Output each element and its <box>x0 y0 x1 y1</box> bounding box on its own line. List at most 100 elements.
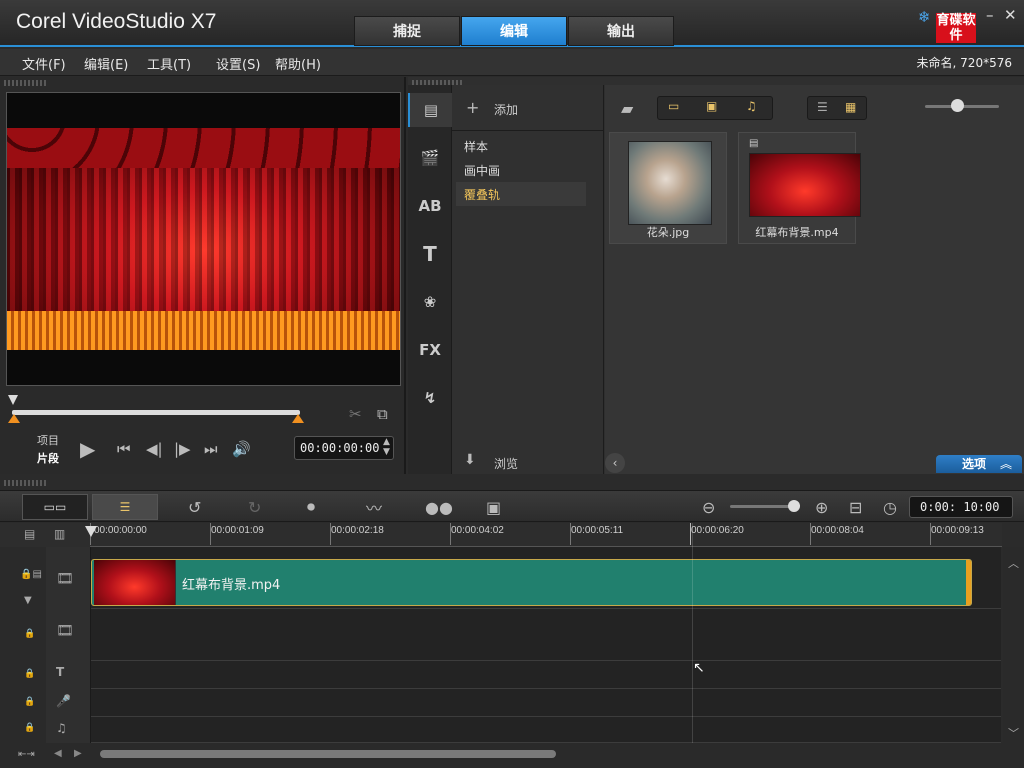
scroll-up-icon[interactable]: ︿ <box>1008 555 1019 571</box>
play-icon[interactable]: ▶ <box>80 437 95 461</box>
fit-project-icon[interactable]: ⊟ <box>849 497 862 517</box>
timeline-toolbar: ▭▭ ☰ ↺ ↻ ⏺ 〰 ●● ▣ ⊖ ⊕ ⊟ ◷ 0:00: 10:00 <box>0 490 1024 522</box>
media-item-curtain[interactable]: ▤ 红幕布背景.mp4 <box>738 132 861 244</box>
scrub-bar[interactable] <box>12 410 300 415</box>
close-icon[interactable]: ✕ <box>1004 6 1017 24</box>
overlay-track-icon[interactable]: 🎞 <box>56 623 74 639</box>
end-icon[interactable]: ⏭ <box>204 440 218 458</box>
add-folder-label[interactable]: 添加 <box>494 101 518 118</box>
timeline-clip[interactable]: 红幕布背景.mp4 <box>91 559 972 606</box>
timeline-grip[interactable] <box>4 480 48 486</box>
media-item-flower[interactable]: 花朵.jpg <box>609 132 727 244</box>
curtain-thumbnail <box>749 153 861 217</box>
thumbnail-view-icon[interactable]: ▦ <box>845 100 856 114</box>
menu-help[interactable]: 帮助(H) <box>275 54 321 73</box>
media-library-icon[interactable]: ▤ <box>408 93 452 127</box>
browse-icon[interactable]: ⬇ <box>464 452 476 468</box>
show-video-icon[interactable]: ▭ <box>668 99 679 113</box>
filter-icon[interactable]: FX <box>408 333 452 367</box>
instant-project-icon[interactable]: 🎬 <box>408 141 452 175</box>
auto-music-icon[interactable]: ●● <box>425 497 453 517</box>
title-track-icon[interactable]: T <box>56 665 64 679</box>
title-track[interactable] <box>91 661 1001 689</box>
home-icon[interactable]: ⏮ <box>117 440 131 458</box>
music-track[interactable] <box>91 717 1001 743</box>
track-manager-icon[interactable]: ▤ <box>24 527 35 541</box>
ripple-edit-icon[interactable]: 🔒▤ <box>20 569 42 580</box>
category-sample[interactable]: 样本 <box>464 138 488 155</box>
chevron-down-icon[interactable]: ▼ <box>24 595 32 606</box>
collapse-left-icon[interactable]: ‹ <box>605 453 625 473</box>
previous-frame-icon[interactable]: ◀| <box>146 440 163 458</box>
player-panel: ✂ ⧉ 项目 片段 ▶ ⏮ ◀| |▶ ⏭ 🔊 00:00:00:00 ▲ ▼ <box>0 77 406 474</box>
lock-icon[interactable]: 🔒 <box>24 697 35 707</box>
folder-icon[interactable]: ▰ <box>621 99 633 118</box>
menu-file[interactable]: 文件(F) <box>22 54 66 73</box>
thumb-size-knob[interactable] <box>951 99 964 112</box>
tab-share[interactable]: 输出 <box>568 16 674 46</box>
path-icon[interactable]: ↯ <box>408 381 452 415</box>
sound-mixer-icon[interactable]: 〰 <box>366 497 382 518</box>
voice-track-icon[interactable]: 🎤 <box>56 694 71 708</box>
timeline-duration[interactable]: 0:00: 10:00 <box>909 496 1013 518</box>
timeline-playhead[interactable] <box>85 526 97 537</box>
voice-track[interactable] <box>91 689 1001 717</box>
list-view-icon[interactable]: ☰ <box>817 100 828 114</box>
show-audio-icon[interactable]: ♫ <box>746 99 757 113</box>
add-icon[interactable]: + <box>466 98 479 117</box>
library-sidebar: ▤ 🎬 AB T ❀ FX ↯ <box>408 85 452 474</box>
mode-clip-label[interactable]: 片段 <box>37 450 59 466</box>
browse-label[interactable]: 浏览 <box>494 455 518 472</box>
redo-icon[interactable]: ↻ <box>248 497 261 517</box>
graphic-icon[interactable]: ❀ <box>408 285 452 319</box>
panel-grip[interactable] <box>4 80 48 86</box>
chapter-point-icon[interactable]: ▥ <box>54 527 65 541</box>
snap-icon[interactable]: ⇤⇥ <box>18 749 35 760</box>
tab-capture[interactable]: 捕捉 <box>354 16 460 46</box>
title-icon[interactable]: T <box>408 237 452 271</box>
snowflake-icon[interactable]: ❄ <box>918 8 931 26</box>
menu-tools[interactable]: 工具(T) <box>147 54 191 73</box>
category-pip[interactable]: 画中画 <box>464 162 500 179</box>
lock-icon[interactable]: 🔒 <box>24 629 35 639</box>
zoom-out-icon[interactable]: ⊖ <box>702 497 715 517</box>
clip-trim-handle[interactable] <box>966 560 971 605</box>
multi-trim-icon[interactable]: ▣ <box>486 497 501 517</box>
zoom-slider-knob[interactable] <box>788 500 800 512</box>
record-capture-icon[interactable]: ⏺ <box>307 497 315 517</box>
timecode-stepper-icon[interactable]: ▲ ▼ <box>383 437 390 457</box>
lock-icon[interactable]: 🔒 <box>24 669 35 679</box>
storyboard-view-icon[interactable]: ▭▭ <box>22 494 88 520</box>
transition-icon[interactable]: AB <box>408 189 452 223</box>
enlarge-icon[interactable]: ⧉ <box>377 405 388 423</box>
player-timecode[interactable]: 00:00:00:00 <box>294 436 394 460</box>
mode-project-label[interactable]: 项目 <box>37 432 59 448</box>
tab-edit[interactable]: 编辑 <box>461 16 567 46</box>
clock-icon[interactable]: ◷ <box>883 497 897 517</box>
menu-edit[interactable]: 编辑(E) <box>84 54 128 73</box>
playhead-marker[interactable] <box>8 395 18 405</box>
timeline-vertical-scroll[interactable]: ︿ ﹀ <box>1003 547 1024 743</box>
overlay-track[interactable] <box>91 609 1001 661</box>
scroll-right-icon[interactable]: ▶ <box>74 748 82 759</box>
mark-out-handle[interactable] <box>292 414 304 423</box>
mark-in-handle[interactable] <box>8 414 20 423</box>
lock-icon[interactable]: 🔒 <box>24 723 35 733</box>
scroll-down-icon[interactable]: ﹀ <box>1008 725 1019 741</box>
show-photo-icon[interactable]: ▣ <box>706 99 717 113</box>
undo-icon[interactable]: ↺ <box>188 497 201 517</box>
scissors-icon[interactable]: ✂ <box>349 405 362 423</box>
track-lock-column: 🔒▤ ▼ 🔒 🔒 🔒 🔒 <box>0 547 46 743</box>
timeline-horizontal-scrollbar[interactable] <box>100 750 556 758</box>
zoom-in-icon[interactable]: ⊕ <box>815 497 828 517</box>
scroll-left-icon[interactable]: ◀ <box>54 748 62 759</box>
volume-icon[interactable]: 🔊 <box>232 440 251 458</box>
minimize-icon[interactable]: – <box>986 6 994 24</box>
video-track-icon[interactable]: 🎞 <box>56 571 74 587</box>
category-overlay[interactable]: 覆叠轨 <box>464 186 500 203</box>
track-headers: 🎞 🎞 T 🎤 ♫ <box>46 547 91 743</box>
timeline-view-icon[interactable]: ☰ <box>92 494 158 520</box>
music-track-icon[interactable]: ♫ <box>56 721 67 735</box>
next-frame-icon[interactable]: |▶ <box>174 440 191 458</box>
menu-settings[interactable]: 设置(S) <box>216 54 260 73</box>
